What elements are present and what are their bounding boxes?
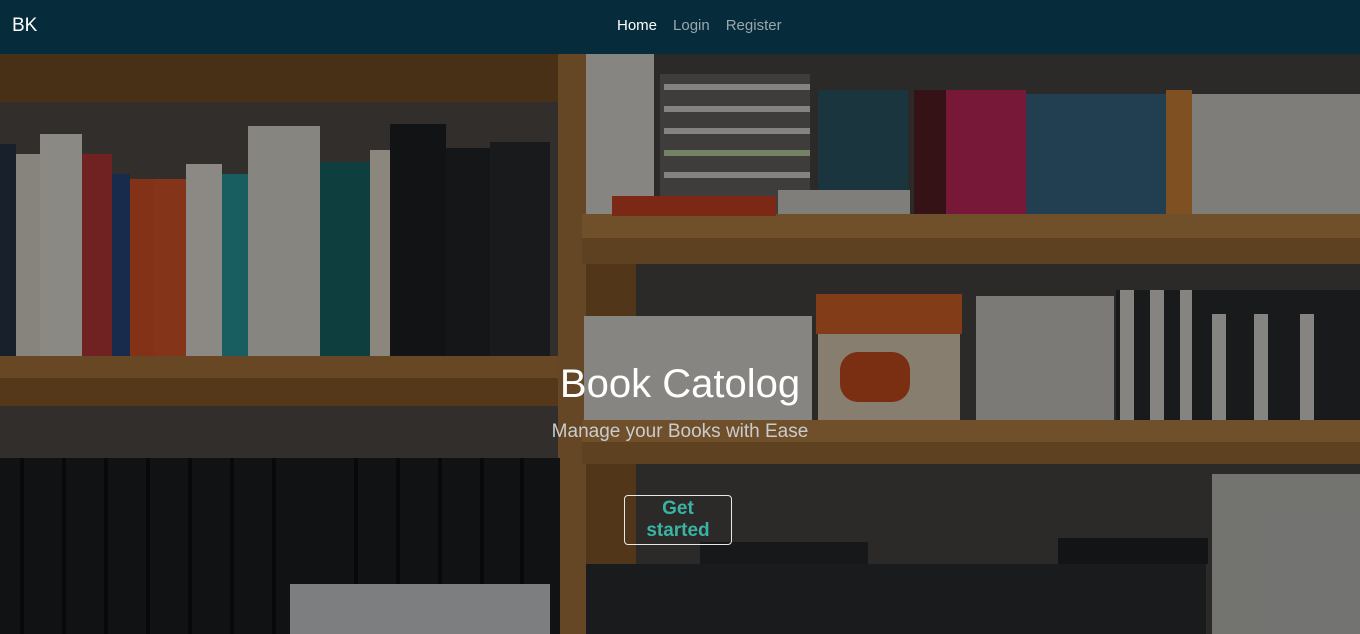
hero-title: Book Catolog: [559, 362, 801, 406]
hero-subtitle: Manage your Books with Ease: [551, 421, 809, 442]
hero-section: [0, 54, 1360, 634]
navbar: BK Home Login Register: [0, 0, 1360, 54]
nav-link-home[interactable]: Home: [617, 17, 657, 34]
nav-link-login[interactable]: Login: [673, 17, 710, 34]
nav-links: Home Login Register: [617, 17, 782, 34]
nav-link-register[interactable]: Register: [726, 17, 782, 34]
brand-logo[interactable]: BK: [12, 15, 37, 37]
hero-dark-overlay: [0, 54, 1360, 634]
get-started-button[interactable]: Get started: [624, 495, 732, 545]
